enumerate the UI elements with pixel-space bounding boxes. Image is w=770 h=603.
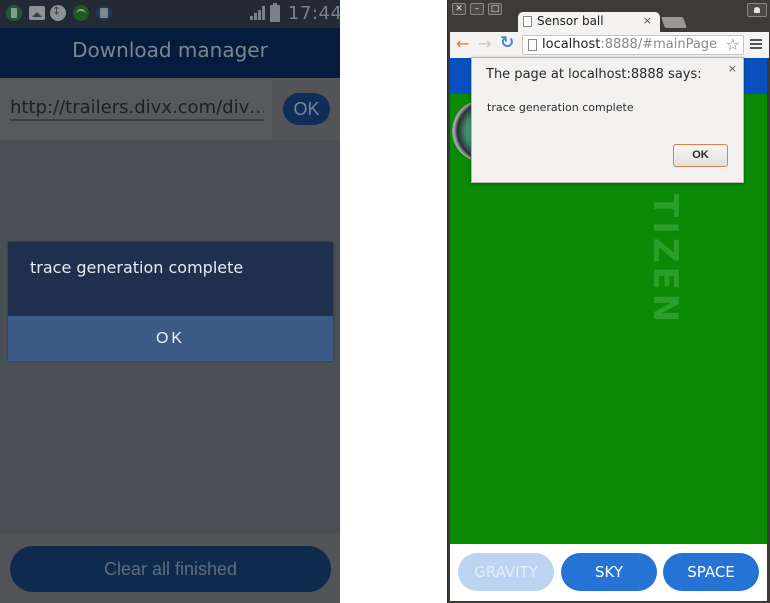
profile-icon[interactable] — [747, 3, 767, 17]
window-titlebar: ✕ – □ Sensor ball × — [448, 0, 770, 33]
wifi-icon — [73, 5, 89, 21]
address-host: localhost — [542, 37, 601, 52]
dialog-message: trace generation complete — [30, 258, 244, 277]
javascript-alert-dialog: The page at localhost:8888 says: × trace… — [471, 57, 744, 183]
tab-sensor-ball[interactable]: Sensor ball × — [518, 12, 660, 33]
tab-close-icon[interactable]: × — [643, 14, 652, 27]
gravity-button[interactable]: GRAVITY — [458, 553, 554, 591]
usb-icon — [50, 5, 66, 21]
app-bar: Download manager — [0, 28, 340, 78]
address-path: :8888/#mainPage — [600, 37, 718, 52]
battery-app-icon — [6, 5, 22, 21]
space-button[interactable]: SPACE — [663, 553, 759, 591]
bookmark-star-icon[interactable]: ☆ — [726, 35, 740, 54]
document-icon — [96, 5, 112, 21]
status-bar: 17:44 — [0, 0, 340, 28]
alert-message: trace generation complete — [487, 101, 634, 114]
url-input[interactable] — [10, 95, 264, 121]
window-minimize-button[interactable]: – — [470, 3, 484, 15]
android-phone-screen: 17:44 Download manager OK Clear all fini… — [0, 0, 340, 603]
alert-dialog: trace generation complete OK — [8, 242, 333, 361]
battery-icon — [270, 3, 280, 22]
alert-close-icon[interactable]: × — [728, 62, 737, 75]
signal-icon — [250, 6, 266, 20]
window-close-button[interactable]: ✕ — [452, 3, 466, 15]
tab-title: Sensor ball — [537, 14, 604, 28]
browser-toolbar: ← → ↻ localhost:8888/#mainPage ☆ — [450, 32, 769, 58]
alert-title: The page at localhost:8888 says: — [486, 67, 702, 82]
clear-all-finished-button[interactable]: Clear all finished — [10, 546, 331, 592]
page-icon — [528, 39, 537, 51]
reload-icon[interactable]: ↻ — [500, 33, 514, 53]
address-bar[interactable]: localhost:8888/#mainPage ☆ — [522, 35, 744, 55]
forward-arrow-icon[interactable]: → — [478, 34, 491, 53]
tizen-logo: TIZEN — [645, 194, 685, 327]
window-maximize-button[interactable]: □ — [488, 3, 502, 15]
gallery-icon — [29, 6, 45, 20]
hamburger-menu-icon[interactable] — [750, 39, 762, 50]
new-tab-button[interactable] — [660, 17, 688, 28]
mode-button-bar: GRAVITY SKY SPACE — [450, 544, 767, 601]
page-title: Download manager — [72, 38, 268, 62]
back-arrow-icon[interactable]: ← — [456, 34, 469, 53]
url-ok-button[interactable]: OK — [283, 93, 330, 125]
page-icon — [523, 16, 532, 27]
sky-button[interactable]: SKY — [561, 553, 657, 591]
url-row: OK — [0, 78, 340, 140]
status-time: 17:44 — [288, 3, 340, 24]
address-text[interactable]: localhost:8888/#mainPage — [542, 37, 717, 52]
dialog-ok-button[interactable]: OK — [8, 316, 333, 361]
alert-ok-button[interactable]: OK — [673, 144, 728, 167]
